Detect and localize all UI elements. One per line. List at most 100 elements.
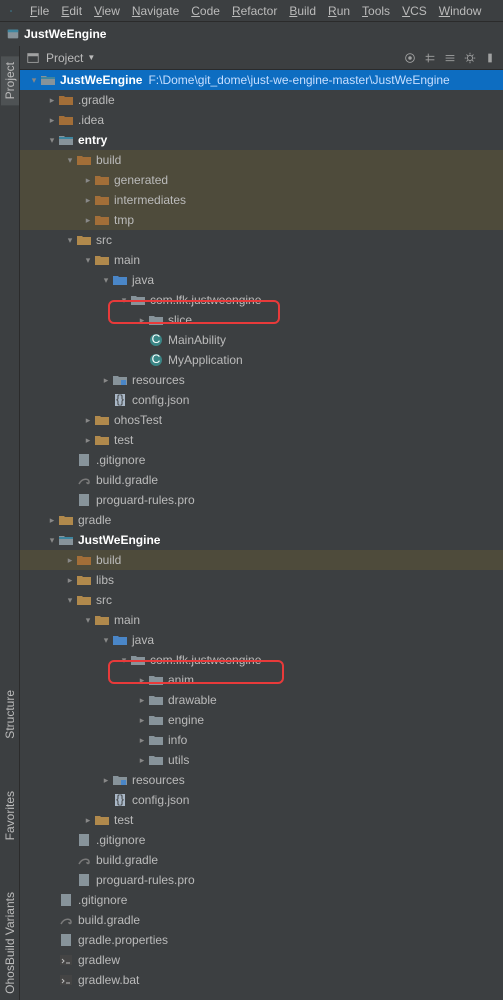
menu-code[interactable]: Code	[185, 2, 226, 20]
sidebar-tab-structure[interactable]: Structure	[1, 684, 19, 745]
tree-row[interactable]: ▾java	[20, 270, 503, 290]
tree-row[interactable]: ▸resources	[20, 770, 503, 790]
tree-row[interactable]: .gitignore	[20, 890, 503, 910]
tree-row[interactable]: ▾build	[20, 150, 503, 170]
tree-row[interactable]: ▸ohosTest	[20, 410, 503, 430]
tree-row[interactable]: ▸gradle	[20, 510, 503, 530]
menu-run[interactable]: Run	[322, 2, 356, 20]
menu-file[interactable]: File	[24, 2, 55, 20]
tree-row[interactable]: ▸utils	[20, 750, 503, 770]
chevron-right-icon[interactable]: ▸	[64, 555, 76, 566]
tree-row[interactable]: gradlew	[20, 950, 503, 970]
hide-panel-icon[interactable]	[483, 51, 497, 65]
project-view-dropdown[interactable]: Project ▼	[46, 51, 95, 65]
tree-row[interactable]: ▸build	[20, 550, 503, 570]
sidebar-tab-ohosbuild-variants[interactable]: OhosBuild Variants	[1, 886, 19, 1000]
scroll-from-source-icon[interactable]	[403, 51, 417, 65]
chevron-down-icon[interactable]: ▾	[46, 135, 58, 146]
tree-row[interactable]: ▸intermediates	[20, 190, 503, 210]
project-tree[interactable]: ▾JustWeEngineF:\Dome\git_dome\just-we-en…	[20, 70, 503, 1000]
chevron-down-icon[interactable]: ▾	[100, 275, 112, 286]
tree-row[interactable]: ▸drawable	[20, 690, 503, 710]
menu-vcs[interactable]: VCS	[396, 2, 433, 20]
menu-build[interactable]: Build	[283, 2, 322, 20]
tree-row[interactable]: ▸tmp	[20, 210, 503, 230]
chevron-down-icon[interactable]: ▾	[82, 615, 94, 626]
tree-row[interactable]: build.gradle	[20, 470, 503, 490]
chevron-down-icon[interactable]: ▾	[64, 235, 76, 246]
gear-icon[interactable]	[463, 51, 477, 65]
tree-row[interactable]: ▾entry	[20, 130, 503, 150]
tree-row[interactable]: ▾JustWeEngineF:\Dome\git_dome\just-we-en…	[20, 70, 503, 90]
tree-row[interactable]: ▾com.lfk.justweengine	[20, 650, 503, 670]
tree-row[interactable]: build.gradle	[20, 850, 503, 870]
chevron-down-icon[interactable]: ▾	[82, 255, 94, 266]
tree-row[interactable]: ▾src	[20, 590, 503, 610]
tree-row[interactable]: ▸info	[20, 730, 503, 750]
tree-row[interactable]: {}config.json	[20, 790, 503, 810]
tree-row[interactable]: proguard-rules.pro	[20, 870, 503, 890]
tree-row[interactable]: ▾src	[20, 230, 503, 250]
chevron-right-icon[interactable]: ▸	[82, 815, 94, 826]
tree-row[interactable]: gradle.properties	[20, 930, 503, 950]
chevron-down-icon[interactable]: ▾	[64, 155, 76, 166]
tree-row[interactable]: ▸engine	[20, 710, 503, 730]
chevron-down-icon[interactable]: ▾	[118, 655, 130, 666]
chevron-right-icon[interactable]: ▸	[82, 195, 94, 206]
tree-row[interactable]: CMainAbility	[20, 330, 503, 350]
tree-row[interactable]: ▾main	[20, 610, 503, 630]
menu-refactor[interactable]: Refactor	[226, 2, 283, 20]
tree-row[interactable]: ▸test	[20, 810, 503, 830]
tree-row[interactable]: ▸generated	[20, 170, 503, 190]
menu-edit[interactable]: Edit	[55, 2, 88, 20]
chevron-right-icon[interactable]: ▸	[82, 435, 94, 446]
chevron-right-icon[interactable]: ▸	[136, 755, 148, 766]
tree-row[interactable]: ▸slice	[20, 310, 503, 330]
chevron-right-icon[interactable]: ▸	[46, 95, 58, 106]
chevron-right-icon[interactable]: ▸	[100, 375, 112, 386]
menu-view[interactable]: View	[88, 2, 126, 20]
chevron-right-icon[interactable]: ▸	[100, 775, 112, 786]
menu-tools[interactable]: Tools	[356, 2, 396, 20]
tree-row[interactable]: ▾JustWeEngine	[20, 530, 503, 550]
sidebar-tab-project[interactable]: Project	[1, 56, 19, 105]
chevron-down-icon[interactable]: ▾	[46, 535, 58, 546]
chevron-right-icon[interactable]: ▸	[46, 115, 58, 126]
tree-row[interactable]: ▾main	[20, 250, 503, 270]
menu-window[interactable]: Window	[433, 2, 488, 20]
collapse-all-icon[interactable]	[443, 51, 457, 65]
chevron-right-icon[interactable]: ▸	[136, 735, 148, 746]
chevron-right-icon[interactable]: ▸	[46, 515, 58, 526]
tree-row[interactable]: .gitignore	[20, 450, 503, 470]
tree-row[interactable]: ▸.idea	[20, 110, 503, 130]
expand-all-icon[interactable]	[423, 51, 437, 65]
chevron-right-icon[interactable]: ▸	[136, 315, 148, 326]
tree-row[interactable]: ▸anim	[20, 670, 503, 690]
tree-row[interactable]: .gitignore	[20, 830, 503, 850]
chevron-right-icon[interactable]: ▸	[64, 575, 76, 586]
chevron-down-icon[interactable]: ▾	[64, 595, 76, 606]
chevron-down-icon[interactable]: ▾	[100, 635, 112, 646]
tree-row[interactable]: {}config.json	[20, 390, 503, 410]
tree-row[interactable]: ▾java	[20, 630, 503, 650]
tree-row[interactable]: ▸test	[20, 430, 503, 450]
tree-row[interactable]: ▾com.lfk.justweengine	[20, 290, 503, 310]
menu-navigate[interactable]: Navigate	[126, 2, 185, 20]
chevron-down-icon[interactable]: ▾	[118, 295, 130, 306]
tree-row[interactable]: build.gradle	[20, 910, 503, 930]
chevron-right-icon[interactable]: ▸	[82, 415, 94, 426]
breadcrumb-label[interactable]: JustWeEngine	[24, 27, 106, 41]
chevron-right-icon[interactable]: ▸	[136, 675, 148, 686]
sidebar-tab-favorites[interactable]: Favorites	[1, 785, 19, 846]
tree-row[interactable]: proguard-rules.pro	[20, 490, 503, 510]
chevron-right-icon[interactable]: ▸	[136, 695, 148, 706]
chevron-down-icon[interactable]: ▾	[28, 75, 40, 86]
chevron-right-icon[interactable]: ▸	[136, 715, 148, 726]
tree-row[interactable]: ▸libs	[20, 570, 503, 590]
tree-row[interactable]: gradlew.bat	[20, 970, 503, 990]
tree-row[interactable]: ▸.gradle	[20, 90, 503, 110]
chevron-right-icon[interactable]: ▸	[82, 215, 94, 226]
chevron-right-icon[interactable]: ▸	[82, 175, 94, 186]
tree-row[interactable]: ▸resources	[20, 370, 503, 390]
tree-row[interactable]: CMyApplication	[20, 350, 503, 370]
